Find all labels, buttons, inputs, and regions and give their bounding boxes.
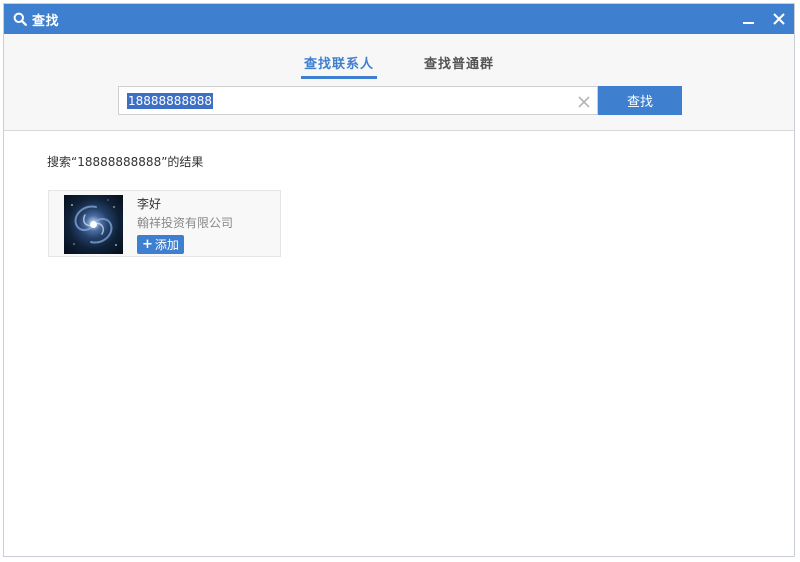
result-heading: 搜索“18888888888”的结果 [47,155,204,169]
search-window: 查找 查找联系人 查找普通群 18888888888 查找 搜索“1888888… [3,3,795,557]
tab-bar: 查找联系人 查找普通群 [4,53,794,79]
title-bar: 查找 [4,4,794,34]
result-card: 李好 翰祥投资有限公司 + 添加 [48,190,281,257]
minimize-icon [743,22,754,24]
search-icon [12,11,28,27]
galaxy-avatar-icon [71,199,117,246]
search-row: 18888888888 查找 [118,86,682,115]
close-icon [773,13,785,25]
avatar [64,195,123,254]
contact-company: 翰祥投资有限公司 [137,216,234,230]
plus-icon: + [142,237,153,252]
window-title: 查找 [32,13,60,29]
clear-icon[interactable] [577,94,591,108]
tab-find-contacts[interactable]: 查找联系人 [300,53,377,79]
search-button[interactable]: 查找 [598,86,682,115]
minimize-button[interactable] [734,4,764,34]
tab-find-groups[interactable]: 查找普通群 [421,53,497,79]
search-input-value: 18888888888 [127,92,213,109]
search-input[interactable]: 18888888888 [118,86,598,115]
search-header: 查找联系人 查找普通群 18888888888 查找 [4,34,794,131]
close-button[interactable] [764,4,794,34]
add-contact-button[interactable]: + 添加 [137,235,184,254]
add-contact-label: 添加 [154,238,179,252]
contact-name: 李好 [137,197,162,211]
window-controls [734,4,794,34]
